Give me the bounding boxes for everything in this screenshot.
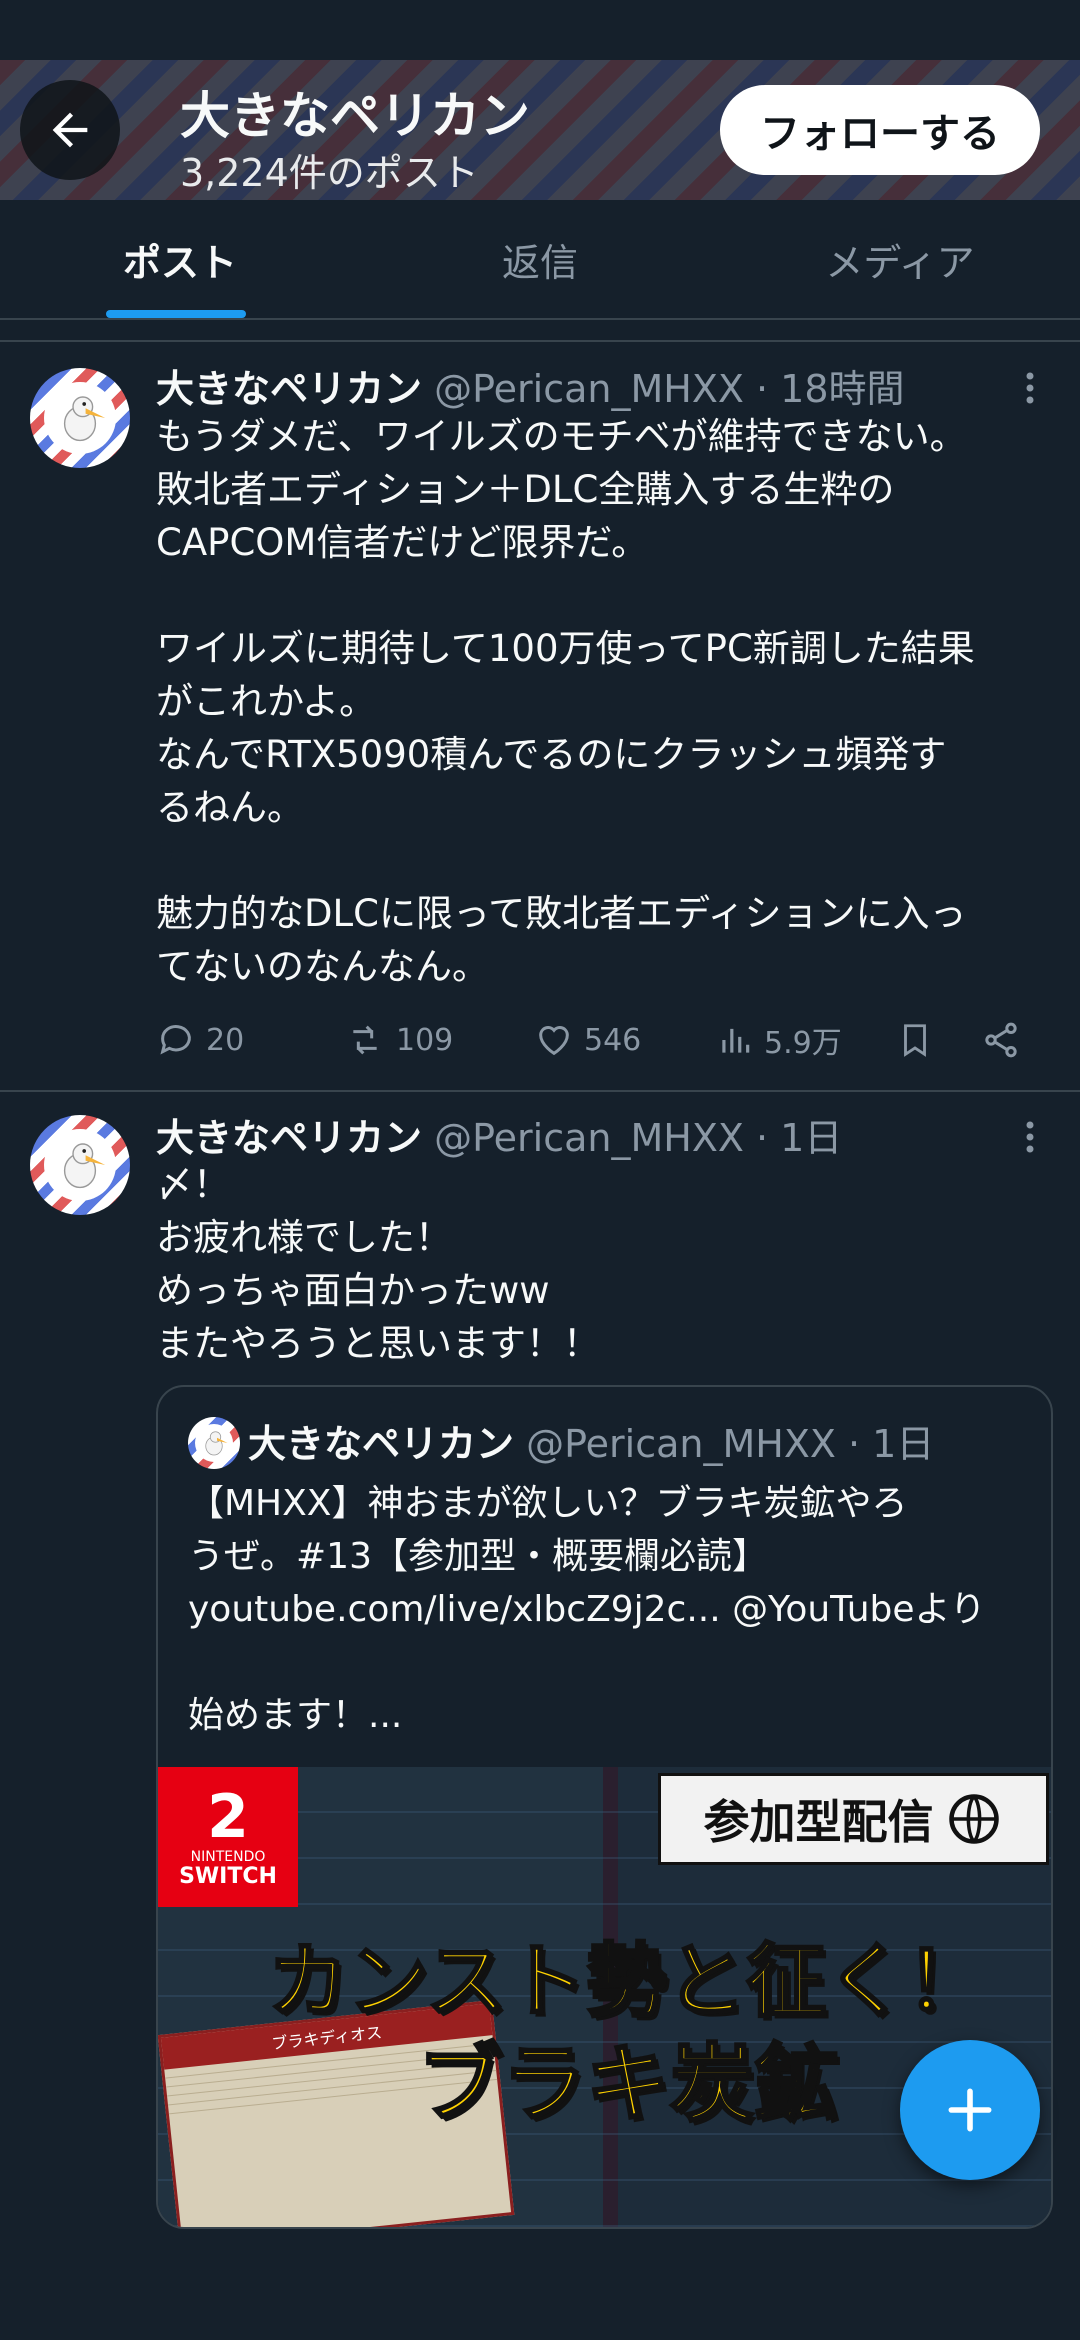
views-button[interactable]: 5.9万 [716,1015,842,1065]
switch-logo-number: 2 [207,1782,249,1852]
share-button[interactable] [981,1015,1021,1065]
quoted-text: 【MHXX】神おまが欲しい？ブラキ炭鉱やろ うぜ。#13【参加型・概要欄必読】 … [188,1483,986,1736]
divider [0,1090,1080,1092]
switch-logo-name: SWITCH [179,1864,277,1889]
like-button[interactable]: 546 [534,1015,641,1065]
stream-badge-label: 参加型配信 [703,1795,934,1849]
share-icon [985,1022,1017,1058]
avatar[interactable] [30,1115,130,1215]
bookmark-button[interactable] [896,1015,934,1065]
more-vertical-icon [1026,1121,1034,1153]
globe-controller-icon [948,1794,999,1844]
quoted-meta: @Perican_MHXX · 1日 [526,1422,935,1466]
view-count: 5.9万 [764,1026,842,1061]
heart-icon [539,1026,569,1056]
author-name[interactable]: 大きなペリカン [156,1116,422,1160]
thumbnail-headline-1: カンスト勢と征く！ [266,1934,987,2030]
avatar[interactable] [30,368,130,468]
reply-count: 20 [206,1022,245,1058]
plus-icon [948,2088,992,2132]
tab-posts[interactable]: ポスト [0,200,360,318]
repost-button[interactable]: 109 [344,1015,453,1065]
repost-count: 109 [396,1022,454,1058]
post-text: 〆！ お疲れ様でした！ めっちゃ面白かったww またやろうと思います！！ [156,1163,600,1365]
follow-button[interactable]: フォローする [720,85,1040,175]
profile-name: 大きなペリカン [180,87,530,145]
pelican-icon [205,1431,228,1456]
pelican-icon [63,1143,106,1189]
arrow-left-icon [52,112,88,148]
post-meta: @Perican_MHXX · 18時間 [434,367,905,411]
post-meta: @Perican_MHXX · 1日 [434,1116,843,1160]
thumbnail-headline-2: ブラキ炭鉱 [416,2034,839,2135]
video-thumbnail[interactable]: 2 NINTENDO SWITCH 参加型配信 ブラキディオス カンスト勢と征く… [158,1767,1051,2227]
quoted-author-name: 大きなペリカン [248,1422,515,1466]
more-options-button[interactable] [1010,358,1050,418]
post-header: 大きなペリカン @Perican_MHXX · 1日 [156,1107,842,1162]
reply-icon [160,1025,191,1055]
quoted-header: 大きなペリカン @Perican_MHXX · 1日 [248,1413,934,1468]
back-button[interactable] [20,80,120,180]
post-header: 大きなペリカン @Perican_MHXX · 18時間 [156,358,905,413]
pelican-icon [63,396,106,442]
quoted-avatar [188,1417,240,1469]
nintendo-switch-logo: 2 NINTENDO SWITCH [158,1767,298,1907]
status-bar [0,0,1080,60]
bookmark-icon [904,1024,926,1057]
analytics-icon [722,1028,750,1053]
more-vertical-icon [1026,372,1034,404]
stream-badge: 参加型配信 [658,1773,1049,1865]
tab-replies[interactable]: 返信 [360,200,720,318]
author-name[interactable]: 大きなペリカン [156,367,422,411]
compose-button[interactable] [900,2040,1040,2180]
post-text: もうダメだ、ワイルズのモチベが維持できない。 敗北者エディション＋DLC全購入す… [156,415,975,988]
profile-tabs: ポスト 返信 メディア [0,200,1080,320]
post-actions: 20 109 546 5.9万 [156,1015,1036,1065]
tab-media[interactable]: メディア [720,200,1080,318]
post-count: 3,224件のポスト [180,151,479,195]
reply-button[interactable]: 20 [156,1015,244,1065]
repost-icon [353,1025,377,1055]
divider [0,340,1080,342]
like-count: 546 [584,1022,642,1058]
switch-logo-brand: NINTENDO [190,1849,266,1865]
tab-active-indicator [106,310,246,318]
